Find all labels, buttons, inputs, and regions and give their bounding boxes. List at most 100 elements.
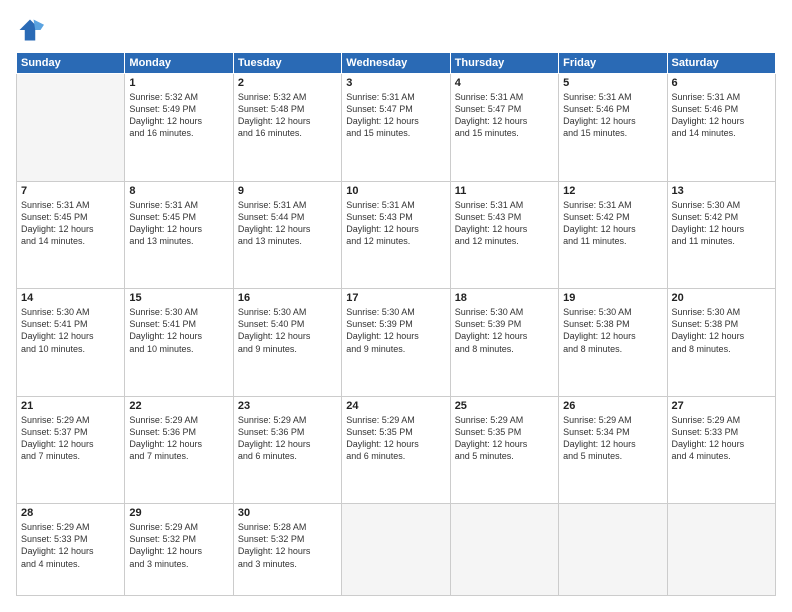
header [16, 16, 776, 44]
calendar-cell: 28 Sunrise: 5:29 AMSunset: 5:33 PMDayligh… [17, 504, 125, 596]
calendar-cell: 17 Sunrise: 5:30 AMSunset: 5:39 PMDayligh… [342, 289, 450, 397]
day-number: 7 [21, 185, 120, 197]
day-number: 24 [346, 400, 445, 412]
day-info: Sunrise: 5:29 AMSunset: 5:36 PMDaylight:… [129, 414, 228, 463]
day-number: 5 [563, 77, 662, 89]
calendar-cell: 22 Sunrise: 5:29 AMSunset: 5:36 PMDayligh… [125, 396, 233, 504]
day-number: 20 [672, 292, 771, 304]
week-row-4: 21 Sunrise: 5:29 AMSunset: 5:37 PMDayligh… [17, 396, 776, 504]
day-number: 16 [238, 292, 337, 304]
day-info: Sunrise: 5:29 AMSunset: 5:34 PMDaylight:… [563, 414, 662, 463]
day-info: Sunrise: 5:31 AMSunset: 5:45 PMDaylight:… [21, 199, 120, 248]
day-number: 2 [238, 77, 337, 89]
day-info: Sunrise: 5:30 AMSunset: 5:38 PMDaylight:… [672, 306, 771, 355]
day-info: Sunrise: 5:32 AMSunset: 5:49 PMDaylight:… [129, 91, 228, 140]
day-number: 13 [672, 185, 771, 197]
day-info: Sunrise: 5:31 AMSunset: 5:46 PMDaylight:… [563, 91, 662, 140]
calendar-cell: 24 Sunrise: 5:29 AMSunset: 5:35 PMDayligh… [342, 396, 450, 504]
day-number: 15 [129, 292, 228, 304]
calendar-cell: 25 Sunrise: 5:29 AMSunset: 5:35 PMDayligh… [450, 396, 558, 504]
calendar-cell: 20 Sunrise: 5:30 AMSunset: 5:38 PMDayligh… [667, 289, 775, 397]
calendar-cell: 27Sunrise: 5:29 AMSunset: 5:33 PMDayligh… [667, 396, 775, 504]
page: SundayMondayTuesdayWednesdayThursdayFrid… [0, 0, 792, 612]
day-info: Sunrise: 5:29 AMSunset: 5:32 PMDaylight:… [129, 521, 228, 570]
calendar-cell: 5 Sunrise: 5:31 AMSunset: 5:46 PMDaylight… [559, 74, 667, 182]
day-number: 21 [21, 400, 120, 412]
calendar-cell: 19 Sunrise: 5:30 AMSunset: 5:38 PMDayligh… [559, 289, 667, 397]
day-number: 11 [455, 185, 554, 197]
day-info: Sunrise: 5:29 AMSunset: 5:35 PMDaylight:… [455, 414, 554, 463]
day-info: Sunrise: 5:30 AMSunset: 5:41 PMDaylight:… [129, 306, 228, 355]
weekday-header-wednesday: Wednesday [342, 53, 450, 74]
day-info: Sunrise: 5:29 AMSunset: 5:36 PMDaylight:… [238, 414, 337, 463]
day-number: 19 [563, 292, 662, 304]
logo [16, 16, 48, 44]
day-number: 23 [238, 400, 337, 412]
calendar-cell: 4Sunrise: 5:31 AMSunset: 5:47 PMDaylight… [450, 74, 558, 182]
calendar-cell: 29 Sunrise: 5:29 AMSunset: 5:32 PMDayligh… [125, 504, 233, 596]
calendar-cell: 21 Sunrise: 5:29 AMSunset: 5:37 PMDayligh… [17, 396, 125, 504]
day-number: 12 [563, 185, 662, 197]
week-row-5: 28 Sunrise: 5:29 AMSunset: 5:33 PMDayligh… [17, 504, 776, 596]
calendar-cell: 6 Sunrise: 5:31 AMSunset: 5:46 PMDaylight… [667, 74, 775, 182]
calendar-cell: 3 Sunrise: 5:31 AMSunset: 5:47 PMDaylight… [342, 74, 450, 182]
day-number: 28 [21, 507, 120, 519]
calendar-cell: 11 Sunrise: 5:31 AMSunset: 5:43 PMDayligh… [450, 181, 558, 289]
calendar-cell [450, 504, 558, 596]
day-info: Sunrise: 5:31 AMSunset: 5:47 PMDaylight:… [455, 91, 554, 140]
day-number: 3 [346, 77, 445, 89]
day-number: 1 [129, 77, 228, 89]
calendar-cell: 23 Sunrise: 5:29 AMSunset: 5:36 PMDayligh… [233, 396, 341, 504]
calendar-cell: 8Sunrise: 5:31 AMSunset: 5:45 PMDaylight… [125, 181, 233, 289]
calendar-cell: 16 Sunrise: 5:30 AMSunset: 5:40 PMDayligh… [233, 289, 341, 397]
day-number: 18 [455, 292, 554, 304]
weekday-header-tuesday: Tuesday [233, 53, 341, 74]
day-info: Sunrise: 5:29 AMSunset: 5:33 PMDaylight:… [672, 414, 771, 463]
day-info: Sunrise: 5:28 AMSunset: 5:32 PMDaylight:… [238, 521, 337, 570]
calendar-cell: 10Sunrise: 5:31 AMSunset: 5:43 PMDayligh… [342, 181, 450, 289]
calendar-cell [559, 504, 667, 596]
calendar-cell: 7 Sunrise: 5:31 AMSunset: 5:45 PMDaylight… [17, 181, 125, 289]
calendar-cell: 12 Sunrise: 5:31 AMSunset: 5:42 PMDayligh… [559, 181, 667, 289]
day-info: Sunrise: 5:31 AMSunset: 5:43 PMDaylight:… [455, 199, 554, 248]
day-info: Sunrise: 5:29 AMSunset: 5:35 PMDaylight:… [346, 414, 445, 463]
day-number: 6 [672, 77, 771, 89]
week-row-1: 1 Sunrise: 5:32 AMSunset: 5:49 PMDaylight… [17, 74, 776, 182]
calendar-cell: 14Sunrise: 5:30 AMSunset: 5:41 PMDayligh… [17, 289, 125, 397]
logo-icon [16, 16, 44, 44]
day-info: Sunrise: 5:31 AMSunset: 5:46 PMDaylight:… [672, 91, 771, 140]
calendar-cell [342, 504, 450, 596]
day-number: 9 [238, 185, 337, 197]
weekday-header-thursday: Thursday [450, 53, 558, 74]
weekday-header-saturday: Saturday [667, 53, 775, 74]
day-number: 14 [21, 292, 120, 304]
day-info: Sunrise: 5:31 AMSunset: 5:47 PMDaylight:… [346, 91, 445, 140]
day-info: Sunrise: 5:31 AMSunset: 5:44 PMDaylight:… [238, 199, 337, 248]
calendar-cell: 2 Sunrise: 5:32 AMSunset: 5:48 PMDaylight… [233, 74, 341, 182]
day-info: Sunrise: 5:30 AMSunset: 5:42 PMDaylight:… [672, 199, 771, 248]
calendar-table: SundayMondayTuesdayWednesdayThursdayFrid… [16, 52, 776, 596]
day-number: 17 [346, 292, 445, 304]
calendar-cell: 9 Sunrise: 5:31 AMSunset: 5:44 PMDaylight… [233, 181, 341, 289]
weekday-header-monday: Monday [125, 53, 233, 74]
day-info: Sunrise: 5:31 AMSunset: 5:42 PMDaylight:… [563, 199, 662, 248]
calendar-cell [17, 74, 125, 182]
day-info: Sunrise: 5:32 AMSunset: 5:48 PMDaylight:… [238, 91, 337, 140]
calendar-cell: 26 Sunrise: 5:29 AMSunset: 5:34 PMDayligh… [559, 396, 667, 504]
calendar-cell: 15 Sunrise: 5:30 AMSunset: 5:41 PMDayligh… [125, 289, 233, 397]
day-number: 25 [455, 400, 554, 412]
day-info: Sunrise: 5:30 AMSunset: 5:40 PMDaylight:… [238, 306, 337, 355]
day-info: Sunrise: 5:30 AMSunset: 5:39 PMDaylight:… [346, 306, 445, 355]
day-info: Sunrise: 5:30 AMSunset: 5:38 PMDaylight:… [563, 306, 662, 355]
day-number: 26 [563, 400, 662, 412]
day-number: 8 [129, 185, 228, 197]
calendar-cell: 18 Sunrise: 5:30 AMSunset: 5:39 PMDayligh… [450, 289, 558, 397]
day-info: Sunrise: 5:31 AMSunset: 5:43 PMDaylight:… [346, 199, 445, 248]
calendar-cell: 1 Sunrise: 5:32 AMSunset: 5:49 PMDaylight… [125, 74, 233, 182]
day-info: Sunrise: 5:29 AMSunset: 5:37 PMDaylight:… [21, 414, 120, 463]
day-info: Sunrise: 5:29 AMSunset: 5:33 PMDaylight:… [21, 521, 120, 570]
week-row-3: 14 Sunrise: 5:30 AMSunset: 5:41 PMDayligh… [17, 289, 776, 397]
day-number: 22 [129, 400, 228, 412]
day-number: 29 [129, 507, 228, 519]
day-info: Sunrise: 5:30 AMSunset: 5:39 PMDaylight:… [455, 306, 554, 355]
